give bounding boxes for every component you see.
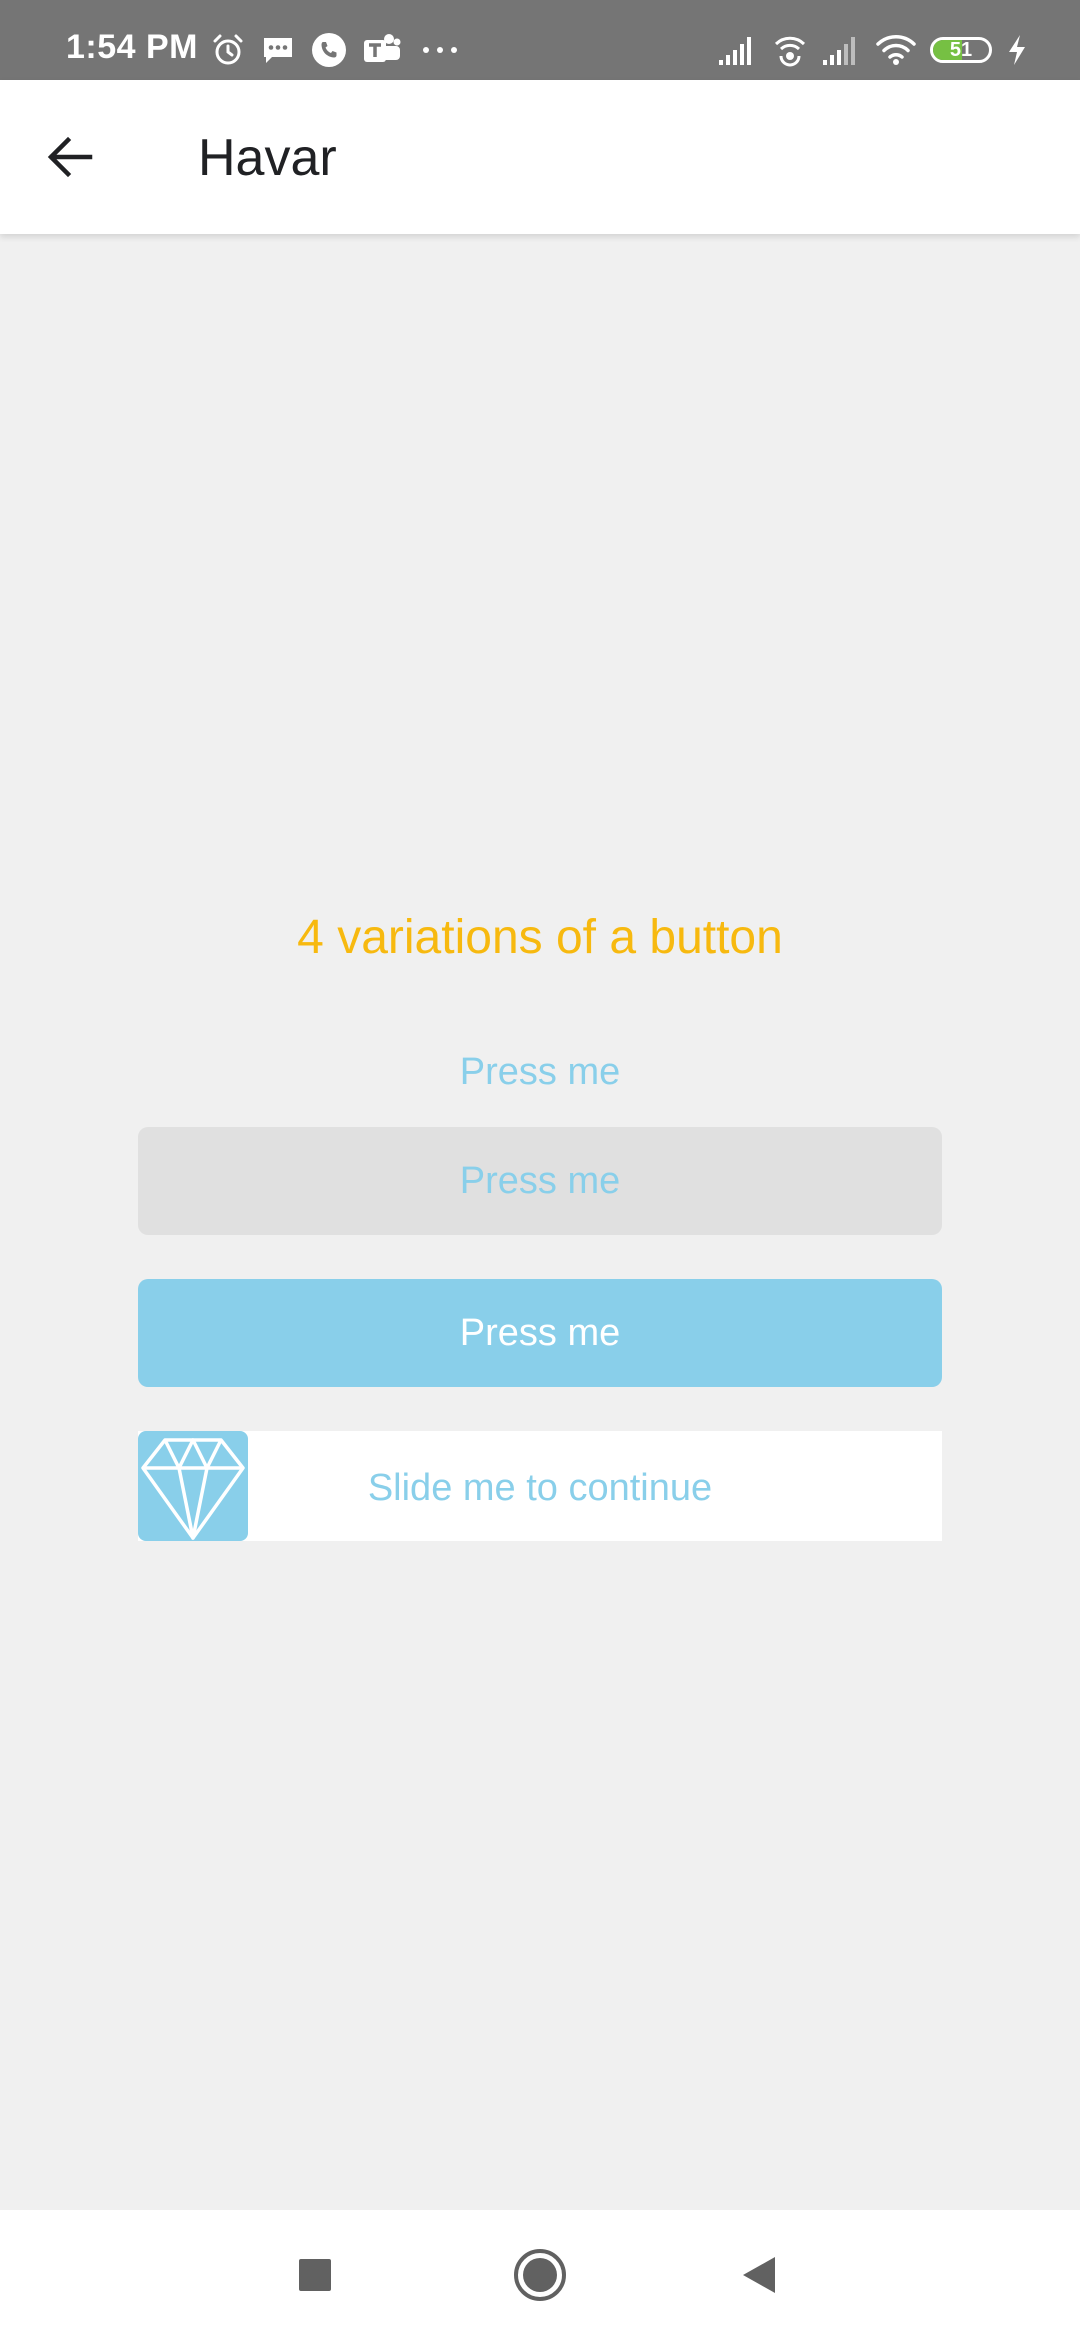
diamond-icon — [141, 1438, 245, 1540]
back-triangle-icon — [743, 2257, 775, 2293]
notification-icons — [210, 30, 464, 70]
main-content: 4 variations of a button Press me Press … — [0, 234, 1080, 2210]
arrow-back-icon — [47, 136, 93, 178]
app-bar: Havar — [0, 80, 1080, 234]
hotspot-icon — [774, 36, 806, 67]
slide-to-continue[interactable]: Slide me to continue — [138, 1431, 942, 1541]
wifi-icon — [876, 35, 916, 65]
home-button[interactable] — [505, 2240, 575, 2310]
phone-icon — [312, 33, 346, 67]
signal-icon-2 — [823, 37, 855, 65]
more-icon — [423, 47, 457, 53]
slider-thumb[interactable] — [138, 1431, 248, 1541]
slider-label: Slide me to continue — [367, 1467, 713, 1509]
battery-icon: 51 — [930, 37, 992, 63]
system-icons: 51 — [718, 28, 1028, 72]
alarm-icon — [213, 34, 243, 65]
status-bar: 1:54 PM 51 — [0, 0, 1080, 80]
blue-button[interactable]: Press me — [138, 1279, 942, 1387]
charging-icon — [1009, 35, 1025, 65]
message-icon — [264, 38, 292, 63]
teams-icon — [364, 34, 401, 62]
recents-square-icon — [299, 2259, 331, 2291]
page-title: Havar — [198, 129, 337, 187]
recents-button[interactable] — [280, 2240, 350, 2310]
text-button[interactable]: Press me — [138, 1018, 942, 1126]
status-time: 1:54 PM — [66, 28, 198, 66]
section-heading: 4 variations of a button — [297, 911, 783, 964]
battery-level: 51 — [949, 39, 973, 61]
navigation-bar — [0, 2210, 1080, 2340]
grey-button[interactable]: Press me — [138, 1127, 942, 1235]
home-circle-icon — [514, 2249, 566, 2301]
signal-icon — [719, 37, 751, 65]
back-button[interactable] — [30, 117, 110, 197]
system-back-button[interactable] — [724, 2240, 794, 2310]
